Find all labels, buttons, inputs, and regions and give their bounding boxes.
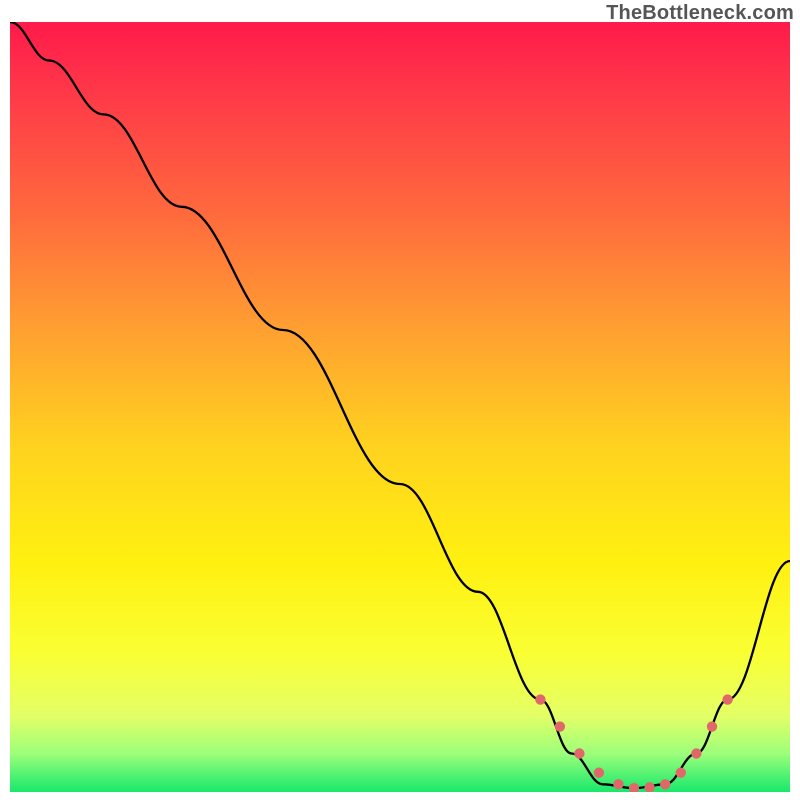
valley-marker: [722, 694, 732, 704]
gradient-background: [10, 22, 790, 792]
valley-marker: [594, 768, 604, 778]
chart-container: TheBottleneck.com: [0, 0, 800, 800]
bottleneck-chart: [10, 22, 790, 792]
valley-marker: [691, 748, 701, 758]
valley-marker: [535, 694, 545, 704]
valley-marker: [555, 721, 565, 731]
valley-marker: [707, 721, 717, 731]
valley-marker: [613, 779, 623, 789]
valley-marker: [574, 748, 584, 758]
valley-marker: [660, 779, 670, 789]
valley-marker: [676, 768, 686, 778]
